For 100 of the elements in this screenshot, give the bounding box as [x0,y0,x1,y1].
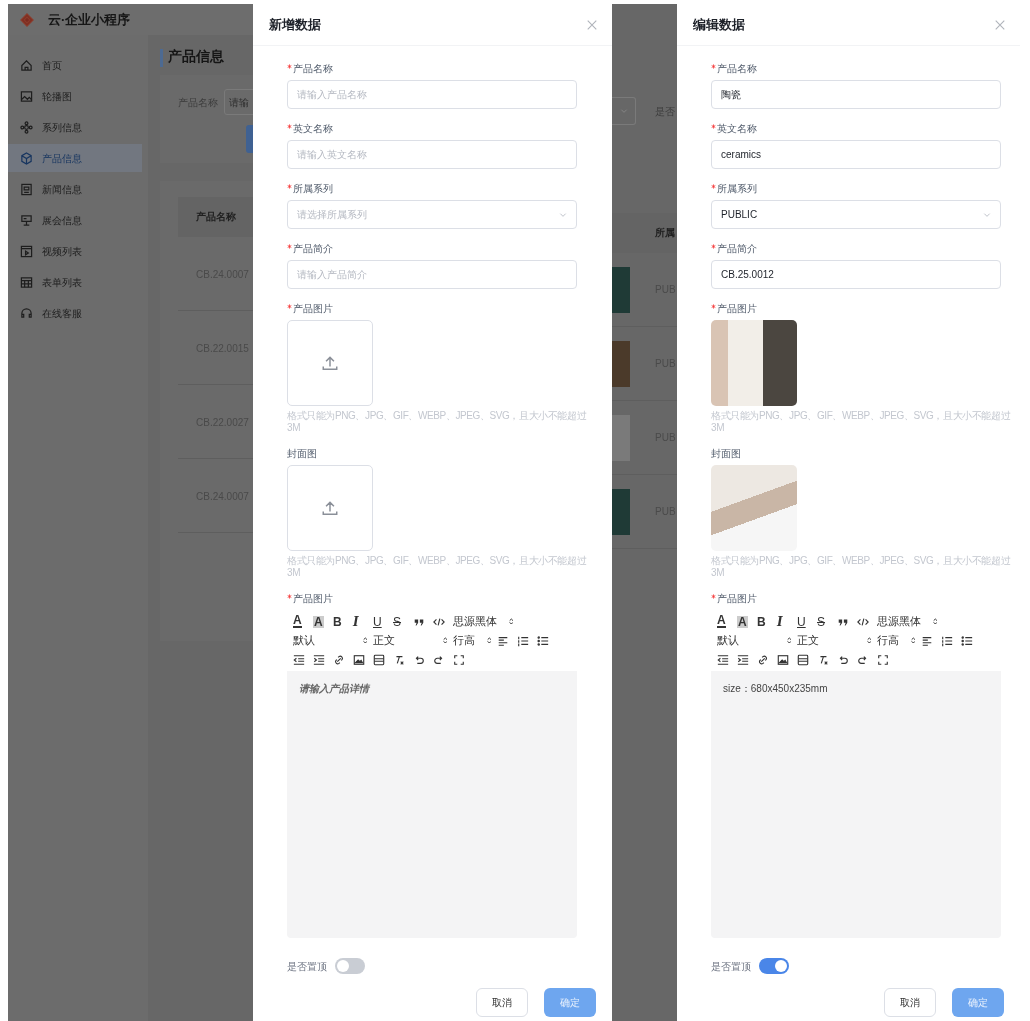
cube-icon [20,151,33,165]
clear-format-icon [393,653,405,666]
toolbar-button[interactable]: I [777,613,797,630]
toolbar-select[interactable]: 默认 [717,632,797,649]
headset-icon [20,306,33,320]
field-label: 产品图片 [293,302,333,315]
toolbar-select[interactable]: 行高 [877,632,921,649]
home-icon [20,58,33,72]
indent-icon [313,653,325,666]
toolbar-button[interactable]: B [333,613,353,630]
redo-icon [433,653,445,666]
field-label: 产品简介 [717,242,757,255]
toolbar-button[interactable]: B [757,613,777,630]
photo-placeholder [612,414,630,461]
sort-icon [442,636,447,645]
field-label: 产品图片 [717,302,757,315]
ordered-list-icon [941,634,953,647]
toggle-switch[interactable] [759,958,789,974]
toolbar-button[interactable]: S [817,613,837,630]
toolbar-select[interactable]: 行高 [453,632,497,649]
toggle-switch[interactable] [335,958,365,974]
toolbar-button[interactable]: A [737,613,757,630]
sort-icon [786,636,791,645]
photo-placeholder [612,266,630,313]
code-icon [857,615,869,628]
redo-icon [857,653,869,666]
sort-icon [866,636,871,645]
toolbar-button[interactable]: U [797,613,817,630]
field-label: 封面图 [711,447,741,460]
sort-icon [932,617,937,626]
ordered-list-icon [517,634,529,647]
field-label: 封面图 [287,447,317,460]
field-label: 产品图片 [717,592,757,605]
indent-icon [737,653,749,666]
column-header: 产品名称 [178,197,253,237]
code-icon [433,615,445,628]
sort-icon [362,636,367,645]
upload-icon [321,499,339,517]
toolbar-button[interactable]: I [353,613,373,630]
toolbar-select[interactable]: 默认 [293,632,373,649]
video-icon [20,244,33,258]
sort-icon [486,636,491,645]
outdent-icon [717,653,729,666]
bullet-list-icon [537,634,549,647]
undo-icon [837,653,849,666]
fullscreen-icon [877,653,889,666]
field-label: 产品名称 [293,62,333,75]
input-field[interactable]: 陶瓷 [711,80,1001,109]
link-icon [757,653,769,666]
field-label: 所属系列 [293,182,333,195]
photo-placeholder [612,340,630,387]
toolbar-select[interactable]: 正文 [373,632,453,649]
toolbar-button[interactable]: U [373,613,393,630]
toolbar-select[interactable]: 思源黑体 [453,613,519,630]
document-icon [20,182,33,196]
photo-placeholder [612,488,630,535]
link-icon [333,653,345,666]
close-icon [586,18,598,31]
field-label: 产品简介 [293,242,333,255]
align-icon [921,634,933,647]
chevron-down-icon [559,210,567,219]
align-icon [497,634,509,647]
close-icon [994,18,1006,31]
toolbar-button[interactable]: S [393,613,413,630]
bullet-list-icon [961,634,973,647]
toolbar-select[interactable]: 正文 [797,632,877,649]
editor-area[interactable]: 请输入产品详情 [287,671,577,938]
outdent-icon [293,653,305,666]
toolbar-button[interactable]: A [717,613,737,630]
editor-area[interactable]: size：680x450x235mm [711,671,1001,938]
chevron-down-icon [983,210,991,219]
field-label: 所属系列 [717,182,757,195]
dialog-title: 新增数据 [269,15,321,34]
field-label: 英文名称 [717,122,757,135]
select-field[interactable] [612,97,636,125]
table-icon [20,275,33,289]
field-label: 产品名称 [717,62,757,75]
cancel-button[interactable]: 取消 [476,988,528,1017]
upload-icon [321,354,339,372]
logo-icon [20,12,34,27]
input-field[interactable]: 请输入产品名称 [287,80,577,109]
field-label: 英文名称 [293,122,333,135]
film-icon [373,653,385,666]
select-field[interactable]: PUBLIC [711,200,1001,229]
sort-icon [910,636,915,645]
sort-icon [508,617,513,626]
toolbar-button[interactable]: A [313,613,333,630]
toolbar-button[interactable]: A [293,613,313,630]
input-field[interactable]: ceramics [711,140,1001,169]
film-icon [797,653,809,666]
input-field[interactable]: 请输入英文名称 [287,140,577,169]
toolbar-select[interactable]: 思源黑体 [877,613,943,630]
fullscreen-icon [453,653,465,666]
cancel-button[interactable]: 取消 [884,988,936,1017]
input-field[interactable]: CB.25.0012 [711,260,1001,289]
undo-icon [413,653,425,666]
input-field[interactable]: 请输入产品简介 [287,260,577,289]
image-icon [353,653,365,666]
dialog-title: 编辑数据 [693,15,745,34]
field-label: 是否置顶 [711,959,751,974]
